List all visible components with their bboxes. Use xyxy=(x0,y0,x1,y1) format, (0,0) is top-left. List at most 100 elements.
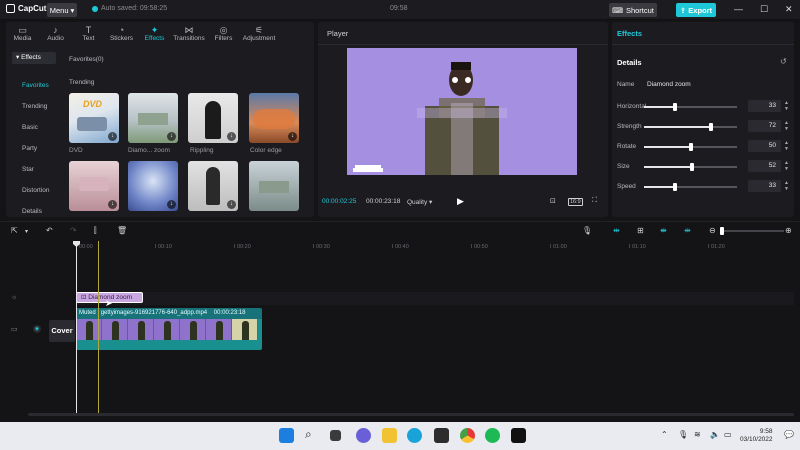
param-value-input[interactable]: 50 xyxy=(748,140,781,152)
battery-icon[interactable]: ▭ xyxy=(724,430,732,439)
track-lock-icon[interactable]: ◉ xyxy=(33,325,41,333)
param-slider[interactable] xyxy=(644,103,737,111)
menu-button[interactable]: Menu ▾ xyxy=(47,3,77,17)
chevron-down-icon[interactable]: ▾ xyxy=(25,228,28,235)
sidebar-item-trending[interactable]: Trending xyxy=(22,103,47,110)
sidebar-item-star[interactable]: Star xyxy=(22,166,34,173)
param-slider-knob[interactable] xyxy=(708,123,713,131)
shortcut-button[interactable]: ⌨ Shortcut xyxy=(609,3,657,17)
select-tool-icon[interactable]: ⇱ xyxy=(11,226,18,235)
capcut-taskbar-icon[interactable] xyxy=(511,428,526,443)
tab-audio[interactable]: ♪ Audio xyxy=(39,22,72,44)
effect-thumb-diamond-zoom[interactable]: ↓ xyxy=(128,93,178,143)
file-explorer-icon[interactable] xyxy=(382,428,397,443)
quality-dropdown[interactable]: Quality ▾ xyxy=(407,198,432,206)
chat-icon[interactable] xyxy=(356,428,371,443)
effect-thumb-6[interactable]: ↓ xyxy=(128,161,178,211)
sidebar-item-distortion[interactable]: Distortion xyxy=(22,187,49,194)
param-stepper-icon[interactable]: ▲ ▼ xyxy=(783,180,790,192)
notification-icon[interactable]: 💬 xyxy=(784,430,794,439)
preview-axis-icon[interactable]: ⇼ xyxy=(660,226,667,235)
download-icon[interactable]: ↓ xyxy=(227,200,236,209)
param-value-input[interactable]: 52 xyxy=(748,160,781,172)
effect-thumb-rippling[interactable]: ↓ xyxy=(188,93,238,143)
search-icon[interactable]: ⌕ xyxy=(305,427,320,442)
chrome-icon[interactable] xyxy=(460,428,475,443)
param-slider[interactable] xyxy=(644,123,737,131)
fullscreen-icon[interactable]: ⛶ xyxy=(592,197,597,205)
param-value-input[interactable]: 72 xyxy=(748,120,781,132)
sidebar-item-favorites[interactable]: Favorites xyxy=(22,82,49,89)
main-track-icon[interactable]: ⇻ xyxy=(684,226,691,235)
param-slider[interactable] xyxy=(644,163,737,171)
param-slider[interactable] xyxy=(644,183,737,191)
magnet-icon[interactable]: ⇹ xyxy=(613,226,620,235)
download-icon[interactable]: ↓ xyxy=(288,132,297,141)
video-preview[interactable] xyxy=(347,48,577,175)
download-icon[interactable]: ↓ xyxy=(227,132,236,141)
playhead[interactable] xyxy=(76,241,77,415)
sidebar-item-details[interactable]: Details xyxy=(22,208,42,215)
maximize-icon[interactable]: ☐ xyxy=(760,4,768,15)
effect-thumb-color-edge[interactable]: ↓ xyxy=(249,93,299,143)
effect-thumb-7[interactable]: ↓ xyxy=(188,161,238,211)
reset-icon[interactable]: ↺ xyxy=(780,57,787,66)
sidebar-header[interactable]: ▾ Effects xyxy=(12,52,56,64)
video-clip[interactable]: Muted gettyimages-916921776-640_adpp.mp4… xyxy=(76,308,262,350)
mic-tray-icon[interactable]: 🎙 xyxy=(678,430,688,439)
zoom-slider-knob[interactable] xyxy=(720,227,724,235)
tab-text[interactable]: T Text xyxy=(72,22,105,44)
wifi-icon[interactable]: ≋ xyxy=(694,430,701,439)
effect-thumb-5[interactable]: ↓ xyxy=(69,161,119,211)
tab-effects[interactable]: ✦ Effects xyxy=(138,22,171,44)
tab-adjustment[interactable]: ⚟ Adjustment xyxy=(240,22,278,44)
cover-button[interactable]: Cover xyxy=(49,320,75,342)
minimize-icon[interactable]: — xyxy=(734,4,743,14)
download-icon[interactable]: ↓ xyxy=(167,200,176,209)
task-view-icon[interactable] xyxy=(330,430,341,441)
param-value-input[interactable]: 33 xyxy=(748,180,781,192)
zoom-slider[interactable] xyxy=(720,227,784,235)
param-stepper-icon[interactable]: ▲ ▼ xyxy=(783,160,790,172)
param-stepper-icon[interactable]: ▲ ▼ xyxy=(783,120,790,132)
download-icon[interactable]: ↓ xyxy=(108,200,117,209)
zoom-in-icon[interactable]: ⊕ xyxy=(785,226,792,235)
param-slider-knob[interactable] xyxy=(688,143,693,151)
param-slider[interactable] xyxy=(644,143,737,151)
windows-start-icon[interactable] xyxy=(279,428,294,443)
redo-icon[interactable]: ↷ xyxy=(70,226,77,235)
param-stepper-icon[interactable]: ▲ ▼ xyxy=(783,140,790,152)
waveform-icon[interactable]: ⊡ xyxy=(550,197,556,205)
download-icon[interactable]: ↓ xyxy=(167,132,176,141)
effect-thumb-dvd[interactable]: DVD ↓ xyxy=(69,93,119,143)
split-icon[interactable]: ⫿ xyxy=(94,226,97,236)
chevron-up-icon[interactable]: ⌃ xyxy=(661,430,668,439)
download-icon[interactable]: ↓ xyxy=(108,132,117,141)
param-value-input[interactable]: 33 xyxy=(748,100,781,112)
play-button[interactable]: ▶ xyxy=(457,196,464,207)
store-icon[interactable] xyxy=(434,428,449,443)
volume-icon[interactable]: 🔈 xyxy=(710,430,720,439)
param-slider-knob[interactable] xyxy=(672,103,677,111)
tab-filters[interactable]: ◎ Filters xyxy=(207,22,240,44)
effect-thumb-8[interactable] xyxy=(249,161,299,211)
close-icon[interactable]: ✕ xyxy=(785,4,793,15)
edge-browser-icon[interactable] xyxy=(407,428,422,443)
link-icon[interactable]: ⊞ xyxy=(637,226,644,235)
export-button[interactable]: ⇪ Export xyxy=(676,3,716,17)
param-stepper-icon[interactable]: ▲ ▼ xyxy=(783,100,790,112)
delete-icon[interactable]: 🗑 xyxy=(117,226,127,235)
timeline-scrollbar[interactable] xyxy=(28,413,794,416)
taskbar-clock[interactable]: 9:58 03/10/2022 xyxy=(740,428,773,444)
zoom-out-icon[interactable]: ⊖ xyxy=(709,226,716,235)
undo-icon[interactable]: ↶ xyxy=(46,226,53,235)
tab-stickers[interactable]: ◔ Stickers xyxy=(105,22,138,44)
time-ruler[interactable]: 00:00 00:10 00:20 00:30 00:40 00:50 01:00 01:10… xyxy=(76,244,796,254)
sidebar-item-basic[interactable]: Basic xyxy=(22,124,38,131)
param-slider-knob[interactable] xyxy=(672,183,677,191)
param-slider-knob[interactable] xyxy=(690,163,695,171)
tab-transitions[interactable]: ⋈ Transitions xyxy=(171,22,207,44)
spotify-icon[interactable] xyxy=(485,428,500,443)
microphone-icon[interactable]: 🎙 xyxy=(582,226,592,235)
tab-media[interactable]: ▭ Media xyxy=(6,22,39,44)
